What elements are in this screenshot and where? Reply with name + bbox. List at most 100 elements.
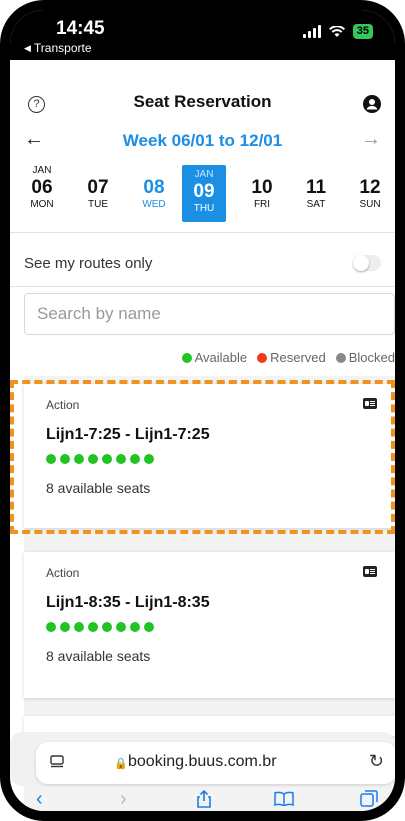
week-navigation: ← Week 06/01 to 12/01 →: [10, 128, 395, 158]
route-title: Lijn1-8:35 - Lijn1-8:35: [46, 594, 210, 611]
id-card-icon: [363, 566, 377, 577]
seat-available-icon: [116, 622, 126, 632]
available-dot-icon: [181, 352, 192, 363]
seat-available-icon: [130, 454, 140, 464]
signal-icon: [302, 25, 321, 38]
availability-text: 8 available seats: [46, 648, 151, 664]
day-thu-selected[interactable]: JAN 09 THU: [182, 165, 226, 222]
seat-available-icon: [74, 454, 84, 464]
availability-text: 8 available seats: [46, 480, 151, 496]
search-input[interactable]: [24, 293, 395, 335]
profile-icon[interactable]: [363, 95, 381, 113]
seat-dots: [46, 622, 154, 632]
day-weekday: SAT: [306, 199, 326, 210]
id-card-icon: [363, 398, 377, 409]
day-sun[interactable]: 12 SUN: [344, 165, 395, 210]
legend-available: Available: [181, 350, 247, 365]
day-selector: JAN 06 MON 07 TUE 08 WED JAN 09 THU 10 F…: [10, 165, 395, 223]
day-weekday: TUE: [88, 199, 108, 210]
routes-only-label: See my routes only: [24, 255, 153, 272]
battery-icon: 35: [352, 24, 373, 39]
app-header: ? Seat Reservation: [10, 60, 395, 120]
week-label: Week 06/01 to 12/01: [122, 131, 283, 150]
day-month: JAN: [194, 169, 214, 180]
day-weekday: WED: [142, 199, 166, 210]
route-title: Lijn1-7:25 - Lijn1-7:25: [46, 426, 210, 443]
address-bar[interactable]: 🔒 booking.buus.com.br ↻: [36, 742, 395, 784]
seat-available-icon: [88, 454, 98, 464]
status-time: 14:45: [56, 18, 105, 39]
day-fri[interactable]: 10 FRI: [236, 165, 288, 210]
back-app-label: Transporte: [33, 41, 92, 55]
day-number: 07: [87, 177, 109, 198]
card-type: Action: [46, 398, 80, 412]
reserved-dot-icon: [257, 352, 268, 363]
legend-label: Blocked: [348, 350, 395, 365]
seat-available-icon: [144, 454, 154, 464]
back-icon[interactable]: ‹: [36, 788, 43, 811]
day-weekday: FRI: [253, 199, 271, 210]
day-month: [128, 165, 180, 177]
route-card[interactable]: Action Lijn1-8:35 - Lijn1-8:35 8 availab…: [24, 552, 395, 698]
seat-available-icon: [116, 454, 126, 464]
seat-legend: Available Reserved Blocked: [181, 350, 395, 365]
day-month: JAN: [32, 165, 52, 176]
day-number: 09: [193, 181, 215, 202]
next-week-arrow-icon[interactable]: →: [361, 128, 381, 151]
day-number: 12: [359, 177, 381, 198]
day-number: 08: [143, 177, 165, 198]
seat-available-icon: [46, 454, 56, 464]
forward-icon[interactable]: ›: [120, 788, 127, 811]
divider: [10, 286, 395, 287]
back-triangle-icon: ◀: [24, 42, 31, 53]
day-month: [72, 165, 124, 177]
url-text: booking.buus.com.br: [128, 753, 277, 770]
browser-address-area: 🔒 booking.buus.com.br ↻: [10, 732, 395, 786]
legend-label: Reserved: [270, 350, 326, 365]
day-weekday: SUN: [359, 199, 381, 210]
back-to-app[interactable]: ◀ Transporte: [24, 41, 92, 55]
seat-available-icon: [144, 622, 154, 632]
seat-dots: [46, 454, 154, 464]
tabs-icon[interactable]: [360, 790, 378, 807]
day-number: 10: [251, 177, 273, 198]
day-month: [290, 165, 342, 177]
status-bar: 14:45 ◀ Transporte 35: [10, 10, 395, 60]
day-month: [344, 165, 395, 177]
routes-only-row: See my routes only: [24, 255, 385, 277]
seat-available-icon: [130, 622, 140, 632]
legend-reserved: Reserved: [257, 350, 326, 365]
day-sat[interactable]: 11 SAT: [290, 165, 342, 210]
card-type: Action: [46, 566, 80, 580]
reader-icon[interactable]: [50, 755, 64, 769]
seat-available-icon: [102, 454, 112, 464]
phone-frame: 14:45 ◀ Transporte 35 ? Seat Reservation: [0, 0, 405, 821]
seat-available-icon: [60, 454, 70, 464]
lock-icon: 🔒: [114, 758, 128, 770]
day-weekday: MON: [30, 199, 54, 210]
day-wed[interactable]: 08 WED: [128, 165, 180, 210]
page-title: Seat Reservation: [133, 92, 272, 111]
day-month: [236, 165, 288, 177]
bookmarks-icon[interactable]: [274, 791, 294, 806]
wifi-icon: [328, 25, 345, 38]
routes-only-toggle[interactable]: [353, 255, 381, 271]
screen: 14:45 ◀ Transporte 35 ? Seat Reservation: [10, 10, 395, 811]
browser-toolbar: ‹ ›: [10, 786, 395, 811]
reload-icon[interactable]: ↻: [369, 751, 384, 772]
seat-available-icon: [60, 622, 70, 632]
day-tue[interactable]: 07 TUE: [72, 165, 124, 210]
status-indicators: 35: [302, 24, 373, 39]
day-mon[interactable]: JAN 06 MON: [16, 165, 68, 210]
seat-available-icon: [88, 622, 98, 632]
route-card[interactable]: Action Lijn1-7:25 - Lijn1-7:25 8 availab…: [24, 384, 395, 528]
legend-blocked: Blocked: [335, 350, 395, 365]
divider: [10, 232, 395, 233]
blocked-dot-icon: [335, 352, 346, 363]
day-number: 06: [31, 177, 53, 198]
toggle-knob: [353, 255, 369, 271]
seat-available-icon: [74, 622, 84, 632]
share-icon[interactable]: [196, 790, 212, 808]
seat-available-icon: [46, 622, 56, 632]
seat-available-icon: [102, 622, 112, 632]
